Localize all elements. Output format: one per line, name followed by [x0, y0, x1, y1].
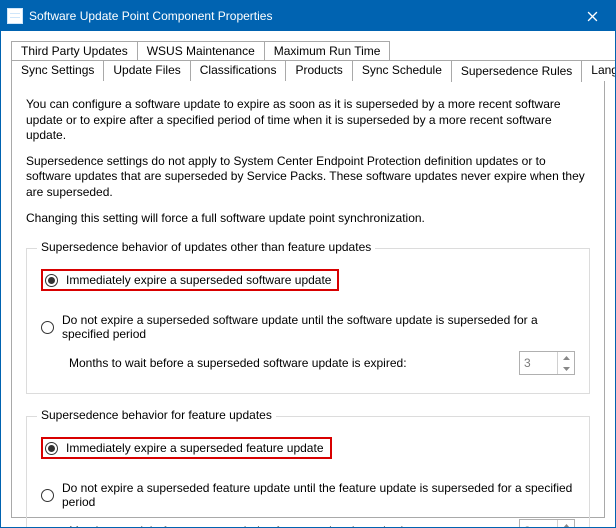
tab-panel: You can configure a software update to e…	[11, 80, 605, 518]
chevron-up-icon	[563, 524, 570, 527]
tab-row-2: Sync Settings Update Files Classificatio…	[11, 60, 605, 81]
intro-paragraph-2: Supersedence settings do not apply to Sy…	[26, 154, 590, 201]
group-feature-updates: Supersedence behavior for feature update…	[26, 416, 590, 527]
spinner-buttons	[557, 520, 574, 527]
radio-immediate-expire-feature-label: Immediately expire a superseded feature …	[66, 441, 324, 455]
intro-paragraph-3: Changing this setting will force a full …	[26, 211, 590, 227]
group-non-feature-legend: Supersedence behavior of updates other t…	[37, 240, 375, 254]
radio-wait-expire-feature-label: Do not expire a superseded feature updat…	[62, 481, 575, 509]
tab-row-1: Third Party Updates WSUS Maintenance Max…	[11, 41, 605, 61]
tab-control: Third Party Updates WSUS Maintenance Max…	[11, 41, 605, 518]
close-icon	[587, 11, 598, 22]
chevron-up-icon	[563, 356, 570, 360]
titlebar: Software Update Point Component Properti…	[1, 1, 615, 31]
close-button[interactable]	[569, 1, 615, 31]
months-wait-value-feature: 3	[520, 520, 557, 527]
tab-wsus-maintenance[interactable]: WSUS Maintenance	[137, 41, 265, 61]
months-wait-label-feature: Months to wait before a superseded softw…	[69, 524, 407, 527]
intro-paragraph-1: You can configure a software update to e…	[26, 97, 590, 144]
months-wait-spinner-software[interactable]: 3	[519, 351, 575, 375]
group-non-feature-updates: Supersedence behavior of updates other t…	[26, 248, 590, 394]
tab-update-files[interactable]: Update Files	[103, 60, 190, 81]
radio-wait-expire-software[interactable]	[41, 321, 54, 334]
tab-supersedence-rules[interactable]: Supersedence Rules	[451, 60, 582, 82]
tab-sync-schedule[interactable]: Sync Schedule	[352, 60, 452, 81]
months-wait-spinner-feature[interactable]: 3	[519, 519, 575, 527]
highlight-box-2: Immediately expire a superseded feature …	[41, 437, 332, 459]
spinner-down[interactable]	[558, 363, 574, 374]
spinner-up[interactable]	[558, 352, 574, 363]
radio-immediate-expire-software-label: Immediately expire a superseded software…	[66, 273, 331, 287]
radio-immediate-expire-feature[interactable]	[45, 442, 58, 455]
spinner-up[interactable]	[558, 520, 574, 527]
window-title: Software Update Point Component Properti…	[29, 9, 569, 23]
tab-classifications[interactable]: Classifications	[190, 60, 287, 81]
app-icon	[7, 8, 23, 24]
client-area: Third Party Updates WSUS Maintenance Max…	[1, 31, 615, 527]
months-wait-label-software: Months to wait before a superseded softw…	[69, 356, 407, 370]
radio-wait-expire-feature[interactable]	[41, 489, 54, 502]
tab-third-party-updates[interactable]: Third Party Updates	[11, 41, 138, 61]
chevron-down-icon	[563, 367, 570, 371]
radio-immediate-expire-software[interactable]	[45, 274, 58, 287]
tab-languages[interactable]: Languages	[581, 60, 615, 81]
months-wait-row-software: Months to wait before a superseded softw…	[69, 351, 575, 375]
tab-sync-settings[interactable]: Sync Settings	[11, 60, 104, 81]
group-feature-legend: Supersedence behavior for feature update…	[37, 408, 276, 422]
spinner-buttons	[557, 352, 574, 374]
tab-products[interactable]: Products	[285, 60, 352, 81]
months-wait-value-software: 3	[520, 352, 557, 374]
radio-wait-expire-software-label: Do not expire a superseded software upda…	[62, 313, 575, 341]
highlight-box-1: Immediately expire a superseded software…	[41, 269, 339, 291]
dialog-window: Software Update Point Component Properti…	[0, 0, 616, 528]
tab-maximum-run-time[interactable]: Maximum Run Time	[264, 41, 391, 61]
months-wait-row-feature: Months to wait before a superseded softw…	[69, 519, 575, 527]
